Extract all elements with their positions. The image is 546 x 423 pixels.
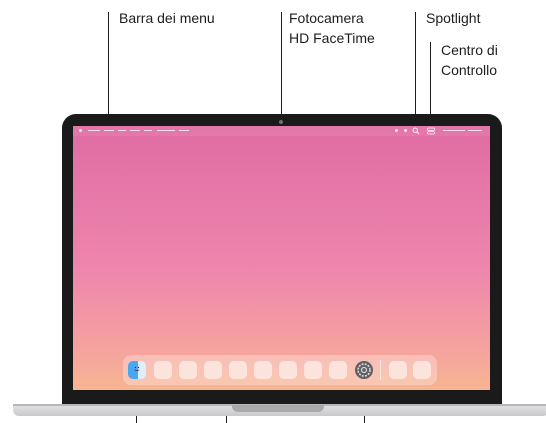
menu-item[interactable] [104,130,114,131]
callout-menu-bar [108,12,109,124]
status-icon[interactable] [404,129,407,132]
label-camera-line1: Fotocamera [289,10,364,26]
menu-item[interactable] [130,130,140,131]
dock-app-icon[interactable] [304,361,322,379]
apple-menu-icon[interactable] [79,129,82,132]
dock-app-icon[interactable] [329,361,347,379]
desktop-screen [73,126,490,390]
gear-icon[interactable] [355,361,373,379]
status-icon[interactable] [395,129,398,132]
search-icon[interactable] [412,127,420,135]
callout-spotlight [415,12,416,126]
menu-item[interactable] [88,130,100,131]
label-spotlight: Spotlight [426,10,481,26]
label-control-center-line1: Centro di [441,42,498,58]
control-center-icon[interactable] [427,127,435,135]
dock-app-icon[interactable] [154,361,172,379]
menu-item[interactable] [118,130,126,131]
menu-item[interactable] [144,130,152,131]
finder-icon[interactable] [128,361,146,379]
laptop-opening-notch [232,405,324,412]
menu-clock[interactable] [443,130,465,131]
dock-app-icon[interactable] [254,361,272,379]
callout-camera [281,12,282,117]
label-camera-line2: HD FaceTime [289,30,375,46]
dock [123,355,437,385]
label-menu-bar: Barra dei menu [119,10,215,26]
menu-bar [73,126,490,136]
dock-app-icon[interactable] [279,361,297,379]
dock-separator [380,360,381,380]
dock-app-icon[interactable] [413,361,431,379]
label-control-center-line2: Controllo [441,62,498,78]
menu-item[interactable] [157,130,175,131]
facetime-camera [279,120,283,124]
menu-extra[interactable] [468,130,482,131]
dock-app-icon[interactable] [229,361,247,379]
dock-app-icon[interactable] [179,361,197,379]
dock-app-icon[interactable] [389,361,407,379]
menu-item[interactable] [179,130,189,131]
dock-app-icon[interactable] [204,361,222,379]
